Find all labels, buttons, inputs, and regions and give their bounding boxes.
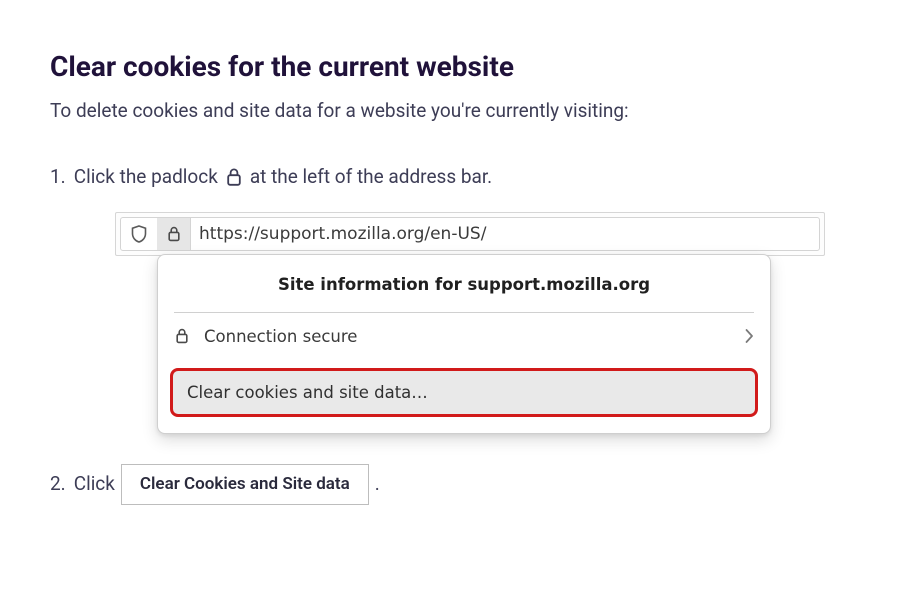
chevron-right-icon — [744, 328, 754, 344]
popover-title: Site information for support.mozilla.org — [158, 255, 770, 312]
site-info-popover: Site information for support.mozilla.org… — [157, 254, 771, 434]
step-1-number: 1. — [50, 162, 66, 192]
clear-cookies-item[interactable]: Clear cookies and site data… — [170, 368, 758, 417]
step-2-text-pre: Click — [74, 469, 115, 499]
padlock-icon — [224, 166, 244, 188]
connection-secure-label: Connection secure — [198, 327, 744, 346]
step-1-text-post: at the left of the address bar. — [250, 162, 492, 192]
intro-text: To delete cookies and site data for a we… — [50, 97, 873, 126]
step-1-text-pre: Click the padlock — [74, 162, 218, 192]
tracking-shield-icon[interactable] — [121, 218, 157, 250]
lock-icon — [174, 327, 198, 345]
address-bar-container: https://support.mozilla.org/en-US/ — [115, 212, 825, 256]
screenshot-area: https://support.mozilla.org/en-US/ Site … — [115, 212, 825, 434]
step-2-number: 2. — [50, 469, 66, 499]
padlock-button[interactable] — [157, 218, 191, 250]
step-1: 1. Click the padlock at the left of the … — [50, 162, 873, 192]
clear-cookies-button-ref: Clear Cookies and Site data — [121, 464, 369, 505]
section-heading: Clear cookies for the current website — [50, 50, 873, 83]
connection-secure-row[interactable]: Connection secure — [158, 313, 770, 360]
url-text[interactable]: https://support.mozilla.org/en-US/ — [191, 224, 486, 244]
step-2-text-post: . — [375, 469, 380, 499]
address-bar[interactable]: https://support.mozilla.org/en-US/ — [120, 217, 820, 251]
step-2: 2. Click Clear Cookies and Site data . — [50, 464, 873, 505]
